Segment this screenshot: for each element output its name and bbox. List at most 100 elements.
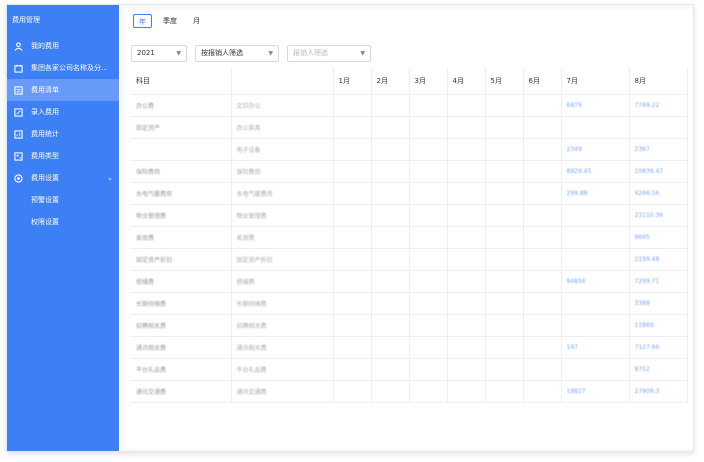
table-cell	[523, 226, 562, 249]
table-cell	[485, 138, 524, 161]
table-row: 招聘相关费 招聘相关费 11869	[131, 314, 688, 337]
table-cell	[485, 116, 524, 139]
sidebar-item-statistics[interactable]: 费用统计	[7, 123, 119, 145]
table-cell	[523, 94, 562, 117]
table-cell: 18827	[561, 380, 630, 403]
table-cell	[371, 116, 410, 139]
table-body: 办公费 文印办公 6879 7769.22 固定资产 办公家具 电子设备 2349 2367 保险…	[131, 94, 688, 403]
handler-filter-value: 按报销人筛选	[201, 49, 243, 57]
table-cell	[523, 248, 562, 271]
table-cell	[409, 116, 448, 139]
sidebar: 费用管理 我的费用 集团各家公司名称及分... 费用清单 录入费用 费用统计 费…	[7, 5, 119, 451]
table-cell	[371, 270, 410, 293]
table-cell	[485, 358, 524, 381]
table-row: 长期待摊费 长期待摊费 3388	[131, 292, 688, 315]
app-window: 费用管理 我的费用 集团各家公司名称及分... 费用清单 录入费用 费用统计 费…	[6, 4, 694, 452]
table-cell: 7769.22	[629, 94, 688, 117]
table-cell	[447, 358, 486, 381]
table-cell	[409, 182, 448, 205]
column-header: 5月	[485, 68, 524, 95]
table-cell	[561, 314, 630, 337]
table-cell: 27909.3	[629, 380, 688, 403]
table-cell	[371, 292, 410, 315]
sidebar-item-expense-list[interactable]: 费用清单	[7, 79, 119, 101]
column-header	[231, 68, 334, 95]
table-cell	[447, 138, 486, 161]
table-cell: 11869	[629, 314, 688, 337]
table-cell: 电子设备	[231, 138, 334, 161]
tab-quarter[interactable]: 季度	[158, 14, 182, 28]
column-header: 1月	[333, 68, 372, 95]
user-icon	[13, 41, 23, 51]
sidebar-item-expense-settings[interactable]: 费用设置 ⌄	[7, 167, 119, 189]
table-cell: 7299.71	[629, 270, 688, 293]
table-cell: 固定资产折旧	[131, 248, 232, 271]
sidebar-item-label: 费用清单	[31, 86, 59, 94]
sidebar-subitem-permission-settings[interactable]: 权限设置	[7, 211, 119, 233]
tab-year[interactable]: 年	[133, 14, 152, 28]
table-cell: 长期待摊费	[231, 292, 334, 315]
table-cell	[523, 380, 562, 403]
table-cell	[629, 116, 688, 139]
table-cell	[333, 138, 372, 161]
filter-bar: 2021 ▼ 按报销人筛选 ▼ 报销人筛选 ▼	[131, 45, 371, 62]
table-cell	[409, 314, 448, 337]
table-cell: 2199.48	[629, 248, 688, 271]
table-cell	[485, 270, 524, 293]
tab-month[interactable]: 月	[188, 14, 205, 28]
sidebar-item-my-expenses[interactable]: 我的费用	[7, 35, 119, 57]
table-row: 水电气暖费用 水电气暖费用 299.88 4266.56	[131, 182, 688, 205]
calendar-icon	[13, 63, 23, 73]
table-cell: 物业管理费	[131, 204, 232, 227]
year-select-value: 2021	[137, 49, 155, 57]
table-cell	[485, 336, 524, 359]
table-cell	[485, 182, 524, 205]
table-cell	[485, 204, 524, 227]
table-cell: 文印办公	[231, 94, 334, 117]
sidebar-item-group-companies[interactable]: 集团各家公司名称及分...	[7, 57, 119, 79]
table-cell	[333, 226, 372, 249]
table-cell	[485, 160, 524, 183]
table-cell	[561, 292, 630, 315]
sidebar-item-enter-expense[interactable]: 录入费用	[7, 101, 119, 123]
main-content: 年 季度 月 2021 ▼ 按报销人筛选 ▼ 报销人筛选 ▼ 科目 1月 2月 …	[125, 9, 693, 449]
table-cell: 修缮费	[131, 270, 232, 293]
table-row: 通讯相关费 通讯相关费 197 7127.66	[131, 336, 688, 359]
table-cell	[523, 358, 562, 381]
table-cell	[409, 358, 448, 381]
chevron-down-icon: ▼	[176, 50, 181, 57]
table-cell	[333, 94, 372, 117]
table-cell	[371, 358, 410, 381]
table-cell: 通讯相关费	[231, 336, 334, 359]
table-cell: 保险费用	[131, 160, 232, 183]
sidebar-subitem-alert-settings[interactable]: 预警设置	[7, 189, 119, 211]
reporter-filter-select[interactable]: 报销人筛选 ▼	[287, 45, 371, 62]
table-cell	[409, 380, 448, 403]
table-row: 电子设备 2349 2367	[131, 138, 688, 161]
table-cell: 通讯相关费	[131, 336, 232, 359]
table-cell: 3388	[629, 292, 688, 315]
handler-filter-select[interactable]: 按报销人筛选 ▼	[195, 45, 279, 62]
table-row: 通讯交通费 通讯交通费 18827 27909.3	[131, 380, 688, 403]
table-cell: 9695	[629, 226, 688, 249]
sidebar-item-expense-types[interactable]: 费用类型	[7, 145, 119, 167]
sidebar-item-label: 录入费用	[31, 108, 59, 116]
table-cell	[523, 292, 562, 315]
table-cell	[447, 204, 486, 227]
table-cell	[409, 138, 448, 161]
year-select[interactable]: 2021 ▼	[131, 45, 187, 62]
edit-icon	[13, 107, 23, 117]
table-cell: 招聘相关费	[131, 314, 232, 337]
table-cell: 7127.66	[629, 336, 688, 359]
table-cell	[371, 182, 410, 205]
sidebar-item-label: 费用统计	[31, 130, 59, 138]
table-cell	[371, 160, 410, 183]
chevron-down-icon[interactable]: ⌄	[107, 167, 113, 189]
table-cell: 修缮费	[231, 270, 334, 293]
table-cell: 6879	[561, 94, 630, 117]
table-cell	[523, 204, 562, 227]
table-cell	[447, 292, 486, 315]
table-cell	[523, 138, 562, 161]
table-cell: 2367	[629, 138, 688, 161]
list-icon	[13, 85, 23, 95]
